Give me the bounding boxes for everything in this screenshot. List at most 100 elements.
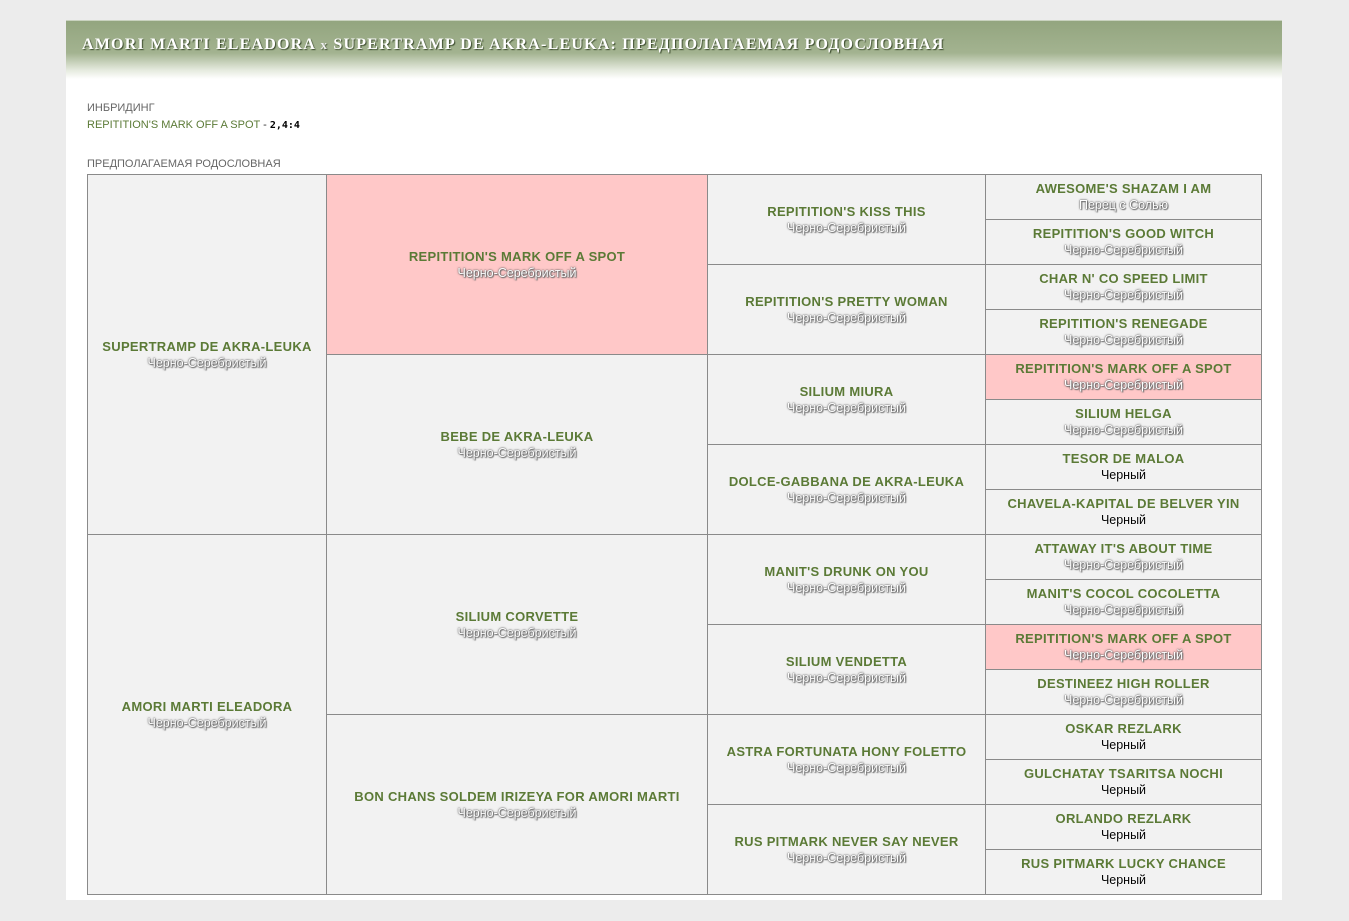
pedigree-cell-g2: BEBE DE AKRA-LEUKA Черно-Серебристый xyxy=(326,354,708,535)
title-suffix: : ПРЕДПОЛАГАЕМАЯ РОДОСЛОВНАЯ xyxy=(610,36,945,53)
horse-color: Черно-Серебристый xyxy=(1063,243,1184,257)
title-stallion-link[interactable]: SUPERTRAMP DE AKRA-LEUKA xyxy=(333,36,610,53)
pedigree-cell-g2: REPITITION'S MARK OFF A SPOT Черно-Серебр… xyxy=(326,174,708,355)
pedigree-cell-g3: DOLCE-GABBANA DE AKRA-LEUKA Черно-Серебри… xyxy=(707,444,986,535)
horse-name-link[interactable]: SILIUM MIURA xyxy=(712,383,981,400)
horse-color: Черно-Серебристый xyxy=(786,310,907,325)
horse-name-link[interactable]: MANIT'S DRUNK ON YOU xyxy=(712,563,981,580)
pedigree-cell-g2: SILIUM CORVETTE Черно-Серебристый xyxy=(326,534,708,715)
horse-color: Черно-Серебристый xyxy=(786,670,907,685)
horse-color: Черный xyxy=(1100,828,1147,842)
pedigree-row: SUPERTRAMP DE AKRA-LEUKA Черно-Серебристы… xyxy=(87,174,1262,535)
horse-name-link[interactable]: RUS PITMARK NEVER SAY NEVER xyxy=(712,833,981,850)
horse-color: Черный xyxy=(1100,783,1147,797)
pedigree-cell-g4: ORLANDO REZLARK Черный xyxy=(985,804,1262,850)
horse-color: Черно-Серебристый xyxy=(1063,693,1184,707)
pedigree-cell-g4: CHAVELA-KAPITAL DE BELVER YIN Черный xyxy=(985,489,1262,535)
pedigree-cell-g4: REPITITION'S MARK OFF A SPOT Черно-Серебр… xyxy=(985,624,1262,670)
horse-color: Черно-Серебристый xyxy=(1063,648,1184,662)
horse-color: Черно-Серебристый xyxy=(457,445,577,460)
pedigree-cell-g3: MANIT'S DRUNK ON YOU Черно-Серебристый xyxy=(707,534,986,625)
pedigree-cell-g3: ASTRA FORTUNATA HONY FOLETTO Черно-Серебр… xyxy=(707,714,986,805)
title-mare-link[interactable]: AMORI MARTI ELEADORA xyxy=(82,36,315,53)
horse-name-link[interactable]: ASTRA FORTUNATA HONY FOLETTO xyxy=(712,743,981,760)
horse-name-link[interactable]: AWESOME'S SHAZAM I AM xyxy=(990,180,1257,197)
page-container: AMORI MARTI ELEADORA x SUPERTRAMP DE AKR… xyxy=(66,20,1282,900)
horse-color: Черно-Серебристый xyxy=(457,805,577,820)
horse-name-link[interactable]: REPITITION'S PRETTY WOMAN xyxy=(712,293,981,310)
horse-name-link[interactable]: MANIT'S COCOL COCOLETTA xyxy=(990,585,1257,602)
horse-name-link[interactable]: CHAVELA-KAPITAL DE BELVER YIN xyxy=(990,495,1257,512)
horse-name-link[interactable]: ORLANDO REZLARK xyxy=(990,810,1257,827)
pedigree-label: ПРЕДПОЛАГАЕМАЯ РОДОСЛОВНАЯ xyxy=(87,158,281,170)
horse-name-link[interactable]: BON CHANS SOLDEM IRIZEYA FOR AMORI MARTI xyxy=(331,788,703,805)
horse-color: Черно-Серебристый xyxy=(1063,603,1184,617)
title-separator: x xyxy=(320,37,329,52)
horse-name-link[interactable]: GULCHATAY TSARITSA NOCHI xyxy=(990,765,1257,782)
horse-name-link[interactable]: BEBE DE AKRA-LEUKA xyxy=(331,428,703,445)
pedigree-cell-g4: REPITITION'S MARK OFF A SPOT Черно-Серебр… xyxy=(985,354,1262,400)
pedigree-cell-g1: AMORI MARTI ELEADORA Черно-Серебристый xyxy=(87,534,327,895)
horse-name-link[interactable]: DESTINEEZ HIGH ROLLER xyxy=(990,675,1257,692)
horse-name-link[interactable]: REPITITION'S KISS THIS xyxy=(712,203,981,220)
horse-color: Черно-Серебристый xyxy=(1063,423,1184,437)
horse-name-link[interactable]: DOLCE-GABBANA DE AKRA-LEUKA xyxy=(712,473,981,490)
horse-color: Черно-Серебристый xyxy=(1063,558,1184,572)
pedigree-cell-g4: RUS PITMARK LUCKY CHANCE Черный xyxy=(985,849,1262,895)
header-banner: AMORI MARTI ELEADORA x SUPERTRAMP DE AKR… xyxy=(66,20,1282,79)
pedigree-cell-g4: AWESOME'S SHAZAM I AM Перец с Солью xyxy=(985,174,1262,220)
pedigree-cell-g3: REPITITION'S KISS THIS Черно-Серебристый xyxy=(707,174,986,265)
inbreeding-horse-link[interactable]: REPITITION'S MARK OFF A SPOT xyxy=(87,119,260,131)
horse-name-link[interactable]: TESOR DE MALOA xyxy=(990,450,1257,467)
horse-color: Черный xyxy=(1100,738,1147,752)
horse-name-link[interactable]: OSKAR REZLARK xyxy=(990,720,1257,737)
pedigree-cell-g3: SILIUM VENDETTA Черно-Серебристый xyxy=(707,624,986,715)
horse-name-link[interactable]: REPITITION'S GOOD WITCH xyxy=(990,225,1257,242)
horse-name-link[interactable]: REPITITION'S MARK OFF A SPOT xyxy=(331,248,703,265)
horse-color: Черно-Серебристый xyxy=(147,715,267,730)
horse-color: Черно-Серебристый xyxy=(1063,333,1184,347)
pedigree-cell-g4: ATTAWAY IT'S ABOUT TIME Черно-Серебристый xyxy=(985,534,1262,580)
pedigree-cell-g4: TESOR DE MALOA Черный xyxy=(985,444,1262,490)
inbreeding-dash: - xyxy=(260,119,270,131)
inbreeding-label: ИНБРИДИНГ xyxy=(87,102,155,114)
pedigree-cell-g4: CHAR N' CO SPEED LIMIT Черно-Серебристый xyxy=(985,264,1262,310)
horse-name-link[interactable]: SILIUM CORVETTE xyxy=(331,608,703,625)
pedigree-table: SUPERTRAMP DE AKRA-LEUKA Черно-Серебристы… xyxy=(87,174,1262,895)
horse-color: Черно-Серебристый xyxy=(786,850,907,865)
horse-name-link[interactable]: REPITITION'S MARK OFF A SPOT xyxy=(990,630,1257,647)
horse-name-link[interactable]: SILIUM HELGA xyxy=(990,405,1257,422)
pedigree-cell-g3: RUS PITMARK NEVER SAY NEVER Черно-Серебри… xyxy=(707,804,986,895)
horse-color: Черный xyxy=(1100,513,1147,527)
horse-color: Черно-Серебристый xyxy=(786,580,907,595)
horse-color: Черно-Серебристый xyxy=(1063,378,1184,392)
horse-name-link[interactable]: REPITITION'S MARK OFF A SPOT xyxy=(990,360,1257,377)
pedigree-cell-g1: SUPERTRAMP DE AKRA-LEUKA Черно-Серебристы… xyxy=(87,174,327,535)
horse-name-link[interactable]: REPITITION'S RENEGADE xyxy=(990,315,1257,332)
pedigree-row: AMORI MARTI ELEADORA Черно-Серебристый SIL… xyxy=(87,534,1262,895)
inbreeding-entry: REPITITION'S MARK OFF A SPOT - 2,4:4 xyxy=(87,119,300,131)
page-title: AMORI MARTI ELEADORA x SUPERTRAMP DE AKR… xyxy=(82,36,945,54)
horse-color: Перец с Солью xyxy=(1078,198,1169,212)
pedigree-cell-g4: REPITITION'S GOOD WITCH Черно-Серебристый xyxy=(985,219,1262,265)
horse-color: Черно-Серебристый xyxy=(1063,288,1184,302)
pedigree-cell-g4: DESTINEEZ HIGH ROLLER Черно-Серебристый xyxy=(985,669,1262,715)
horse-name-link[interactable]: AMORI MARTI ELEADORA xyxy=(92,698,322,715)
horse-color: Черно-Серебристый xyxy=(457,265,577,280)
inbreeding-generations: 2,4:4 xyxy=(269,120,300,131)
horse-color: Черно-Серебристый xyxy=(786,490,907,505)
horse-color: Черно-Серебристый xyxy=(147,355,267,370)
horse-color: Черный xyxy=(1100,873,1147,887)
horse-color: Черно-Серебристый xyxy=(457,625,577,640)
horse-name-link[interactable]: SUPERTRAMP DE AKRA-LEUKA xyxy=(92,338,322,355)
horse-name-link[interactable]: SILIUM VENDETTA xyxy=(712,653,981,670)
pedigree-cell-g4: SILIUM HELGA Черно-Серебристый xyxy=(985,399,1262,445)
horse-color: Черный xyxy=(1100,468,1147,482)
pedigree-cell-g3: REPITITION'S PRETTY WOMAN Черно-Серебрист… xyxy=(707,264,986,355)
horse-color: Черно-Серебристый xyxy=(786,400,907,415)
horse-name-link[interactable]: RUS PITMARK LUCKY CHANCE xyxy=(990,855,1257,872)
horse-name-link[interactable]: CHAR N' CO SPEED LIMIT xyxy=(990,270,1257,287)
horse-name-link[interactable]: ATTAWAY IT'S ABOUT TIME xyxy=(990,540,1257,557)
pedigree-cell-g4: REPITITION'S RENEGADE Черно-Серебристый xyxy=(985,309,1262,355)
pedigree-cell-g4: OSKAR REZLARK Черный xyxy=(985,714,1262,760)
